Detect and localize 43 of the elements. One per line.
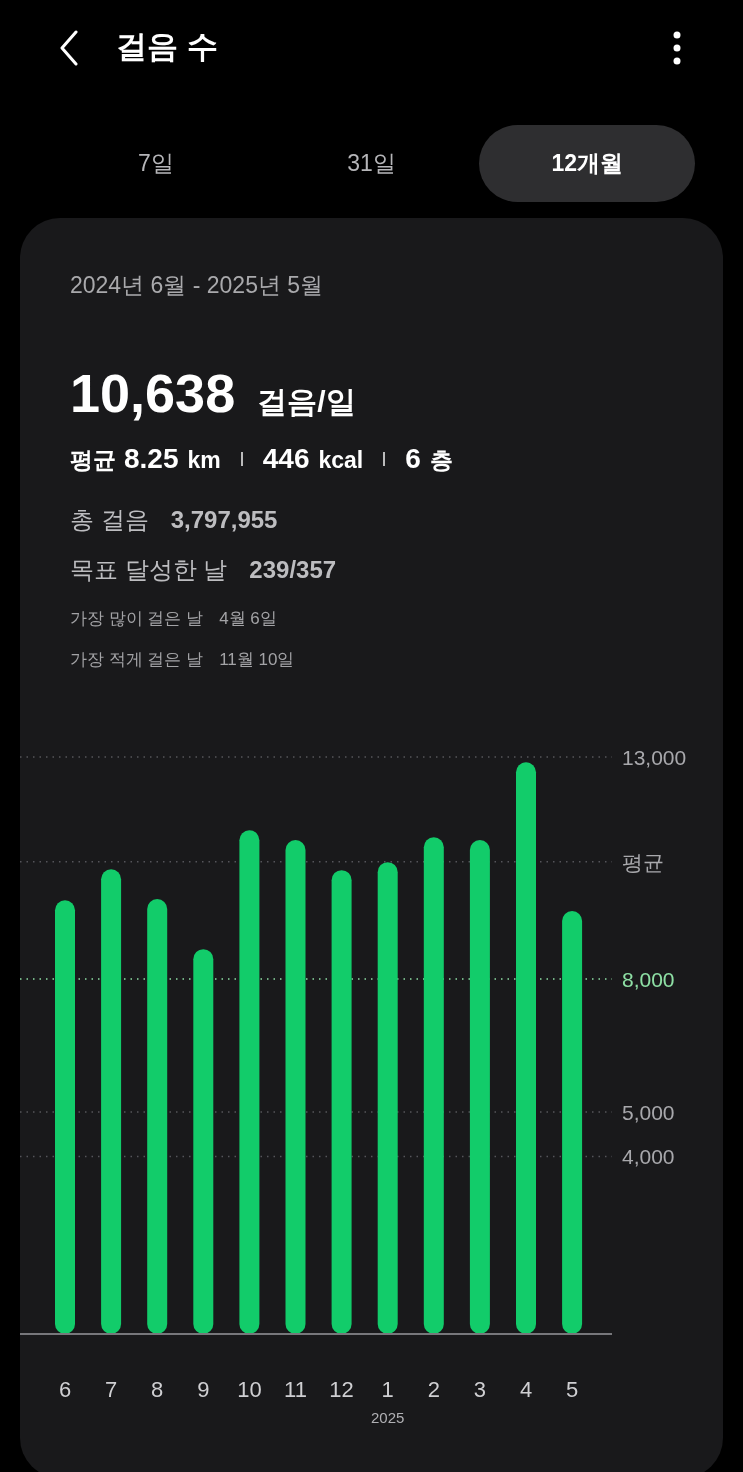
record-value: 11월 10일 (219, 649, 295, 671)
average-value: 446 (262, 441, 310, 476)
axis-label: 5,000 (622, 1100, 675, 1124)
axis-label: 9 (197, 1376, 210, 1402)
axis-label: 6 (58, 1376, 72, 1402)
period-tab[interactable]: 12개월 (479, 125, 695, 202)
average-value: 6 (405, 441, 421, 476)
average-unit: 층 (429, 445, 453, 475)
axis-label: 4,000 (622, 1144, 675, 1168)
more-options-button[interactable] (671, 29, 683, 66)
average-unit: km (187, 445, 221, 475)
average-value: 8.25 (124, 441, 179, 476)
axis-label: 11 (284, 1376, 307, 1402)
axis-label: 12 (329, 1376, 354, 1402)
stat-label: 목표 달성한 날 (70, 554, 228, 585)
axis-label: 8 (151, 1376, 164, 1402)
stat-label: 총 걸음 (70, 504, 149, 535)
average-unit: kcal (318, 445, 364, 475)
axis-label: 평균 (622, 850, 664, 874)
axis-label: 3 (473, 1376, 486, 1402)
record-label: 가장 많이 걸은 날 (70, 607, 204, 630)
period-tab[interactable]: 31일 (263, 125, 480, 202)
more-icon (673, 30, 681, 65)
daily-steps-unit: 걸음/일 (257, 383, 356, 420)
stat-value: 239/357 (249, 554, 337, 585)
daily-steps-value: 10,638 (70, 361, 236, 425)
axis-label: 5 (565, 1376, 579, 1402)
page-title: 걸음 수 (116, 28, 218, 67)
record-label: 가장 적게 걸은 날 (70, 649, 204, 671)
axis-label: 13,000 (622, 745, 687, 769)
year-label: 2025 (371, 1408, 405, 1426)
axis-label: 7 (104, 1376, 118, 1402)
average-label: 평균 (70, 445, 116, 475)
period-tab[interactable]: 7일 (48, 125, 264, 202)
stat-value: 3,797,955 (170, 504, 278, 535)
axis-label: 10 (237, 1376, 262, 1402)
date-range: 2024년 6월 - 2025년 5월 (70, 271, 325, 300)
axis-label: 4 (519, 1376, 533, 1402)
record-value: 4월 6일 (219, 607, 277, 630)
axis-label: 1 (381, 1376, 394, 1402)
axis-label: 2 (427, 1376, 440, 1402)
axis-label: 8,000 (622, 967, 675, 991)
back-icon (59, 29, 79, 66)
